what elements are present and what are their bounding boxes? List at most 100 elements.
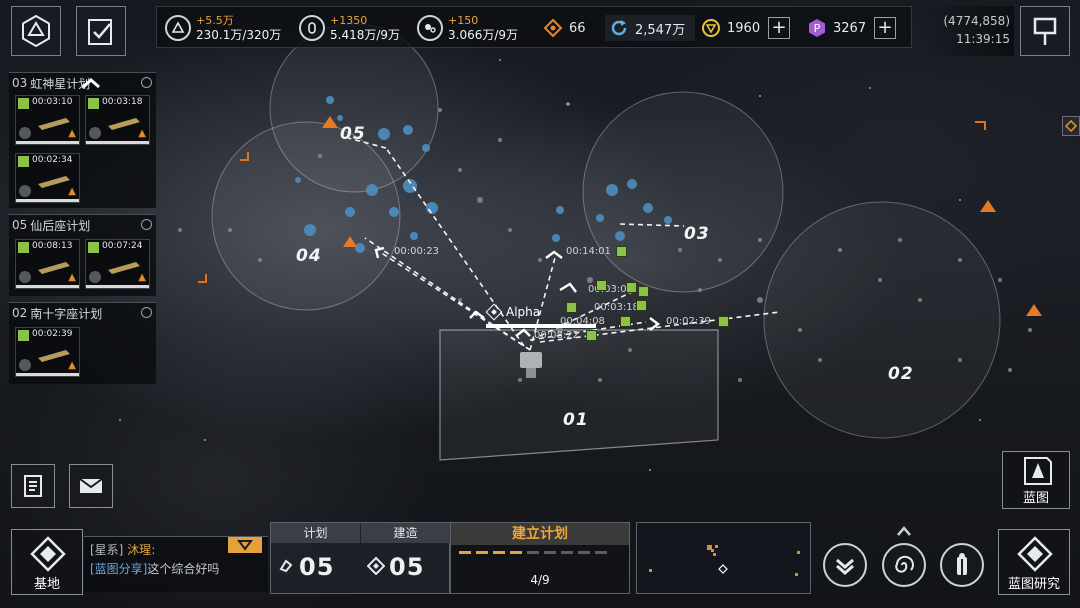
zone-label-01[interactable]: 01: [563, 410, 589, 430]
fleet-tag-icon: [88, 98, 99, 109]
crystal-icon: [299, 15, 325, 41]
blueprint-button[interactable]: 蓝图: [1002, 451, 1070, 509]
resource-delta: +1350: [330, 14, 368, 27]
resource-delta: +5.5万: [196, 14, 234, 27]
warning-icon: ▲: [138, 272, 146, 283]
expand-up-chevron-icon[interactable]: [894, 524, 914, 538]
research-diamond-icon: [1017, 536, 1053, 572]
base-label[interactable]: Alpha: [485, 303, 540, 321]
route-timer: 00:08:22: [534, 330, 579, 341]
collect-button[interactable]: [823, 543, 867, 587]
resource-metal[interactable]: +5.5万 230.1万/320万: [165, 7, 281, 49]
add-premium-button[interactable]: +: [874, 17, 897, 39]
create-plan-button[interactable]: 建立计划: [451, 523, 629, 545]
ship-slot[interactable]: 00:03:18 ▲: [85, 95, 150, 145]
warning-icon: ▲: [138, 128, 146, 139]
base-diamond-icon: [485, 303, 503, 321]
premium-hex-icon: P: [809, 19, 825, 37]
fleet-tag[interactable]: [566, 302, 577, 313]
fleet-tag[interactable]: [616, 246, 627, 257]
triangle-ore-icon: [165, 15, 191, 41]
gold-counter[interactable]: 1960 +: [701, 15, 791, 41]
gas-icon: [417, 15, 443, 41]
chat-expand-button[interactable]: [228, 537, 262, 553]
create-plan-panel[interactable]: 建立计划 4/9: [450, 522, 630, 594]
plan-status-circle: [141, 219, 152, 230]
coordinates: (4774,858): [943, 14, 1010, 28]
base-button[interactable]: 基地: [11, 529, 83, 595]
plan-panel-02[interactable]: 02 南十字座计划 00:02:39 ▲: [9, 302, 156, 384]
zone-label-04[interactable]: 04: [296, 246, 322, 266]
location-readout: (4774,858) 11:39:15: [918, 6, 1014, 56]
fleet-tag[interactable]: [718, 316, 729, 327]
plan-status-circle: [141, 77, 152, 88]
galaxy-button[interactable]: [11, 6, 61, 56]
fleet-tag[interactable]: [636, 300, 647, 311]
ship-icon: [38, 262, 70, 274]
ship-slot[interactable]: 00:07:24 ▲: [85, 239, 150, 289]
envelope-icon: [79, 478, 103, 493]
mail-button[interactable]: [69, 464, 113, 508]
plan-panel-05[interactable]: 05 仙后座计划 00:08:13 ▲ 00:07:24 ▲: [9, 214, 156, 296]
credits-counter[interactable]: 2,547万: [605, 15, 695, 41]
galaxy-map[interactable]: 05 04 03 02 01 00:00:23 00:14:01 00:03:0…: [0, 0, 1080, 608]
build-count-column[interactable]: 建造 05: [361, 523, 450, 593]
fleet-tag[interactable]: [620, 316, 631, 327]
plan-count-column[interactable]: 计划 05: [271, 523, 360, 593]
fleet-tag[interactable]: [596, 280, 607, 291]
add-gold-button[interactable]: +: [768, 17, 791, 39]
plan-status-circle: [141, 307, 152, 318]
checklist-icon: [88, 19, 112, 45]
plan-link-icon: [279, 559, 293, 573]
fleet-tag[interactable]: [638, 286, 649, 297]
ship-slot[interactable]: 00:08:13 ▲: [15, 239, 80, 289]
bookmark-button[interactable]: [1020, 6, 1070, 56]
route-timer: 00:02:39: [666, 316, 711, 327]
resource-amount: 5.418万/9万: [330, 28, 401, 42]
fleet-tag[interactable]: [586, 330, 597, 341]
spiral-galaxy-icon: [895, 555, 914, 573]
minimap[interactable]: [636, 522, 811, 594]
compute-counter[interactable]: 66: [543, 15, 586, 41]
plan-panel-03[interactable]: 03 虹神星计划 00:03:10 ▲ 00:03:18 ▲ 00:02:34 …: [9, 72, 156, 208]
chat-sender[interactable]: 沐瑆:: [127, 543, 155, 557]
ship-slot[interactable]: 00:02:34 ▲: [15, 153, 80, 203]
diamond-marker-icon: [1064, 119, 1078, 133]
fleet-tag-icon: [88, 242, 99, 253]
ship-slot[interactable]: 00:02:39 ▲: [15, 327, 80, 377]
zone-label-03[interactable]: 03: [684, 224, 710, 244]
ship-icon: [108, 262, 140, 274]
route-timer: 00:04:08: [560, 316, 605, 327]
right-edge-tab[interactable]: [1062, 116, 1080, 136]
refresh-credit-icon: [611, 20, 627, 36]
plan-header[interactable]: 02 南十字座计划: [9, 303, 156, 323]
gold-coin-icon: [702, 19, 720, 37]
fleet-tag-icon: [18, 98, 29, 109]
warning-icon: ▲: [68, 186, 76, 197]
resource-amount: 3.066万/9万: [448, 28, 519, 42]
plan-header[interactable]: 05 仙后座计划: [9, 215, 156, 235]
log-button[interactable]: [11, 464, 55, 508]
fleet-stats-panel: 计划 05 建造 05: [270, 522, 450, 594]
hexagon-galaxy-icon: [22, 14, 50, 48]
ship-slot[interactable]: 00:03:10 ▲: [15, 95, 80, 145]
resource-deuterium[interactable]: +150 3.066万/9万: [417, 7, 518, 49]
zone-label-05[interactable]: 05: [340, 124, 366, 144]
warning-icon: ▲: [68, 272, 76, 283]
zone-label-02[interactable]: 02: [888, 364, 914, 384]
document-list-icon: [24, 475, 42, 497]
collapse-chevron-icon[interactable]: [77, 75, 105, 91]
blueprint-research-button[interactable]: 蓝图研究: [998, 529, 1070, 595]
download-arrow-icon: [836, 558, 854, 575]
chat-blueprint-link[interactable]: [蓝图分享]: [90, 562, 147, 576]
defense-button[interactable]: [940, 543, 984, 587]
tasks-button[interactable]: [76, 6, 126, 56]
resource-crystal[interactable]: +1350 5.418万/9万: [299, 7, 400, 49]
fleet-tag[interactable]: [626, 282, 637, 293]
warning-icon: ▲: [68, 360, 76, 371]
map-graphics: [119, 23, 1042, 471]
pillar-icon: [957, 553, 967, 575]
galaxy-view-button[interactable]: [882, 543, 926, 587]
triangle-down-icon: [237, 540, 253, 551]
premium-counter[interactable]: P 3267 +: [807, 15, 897, 41]
